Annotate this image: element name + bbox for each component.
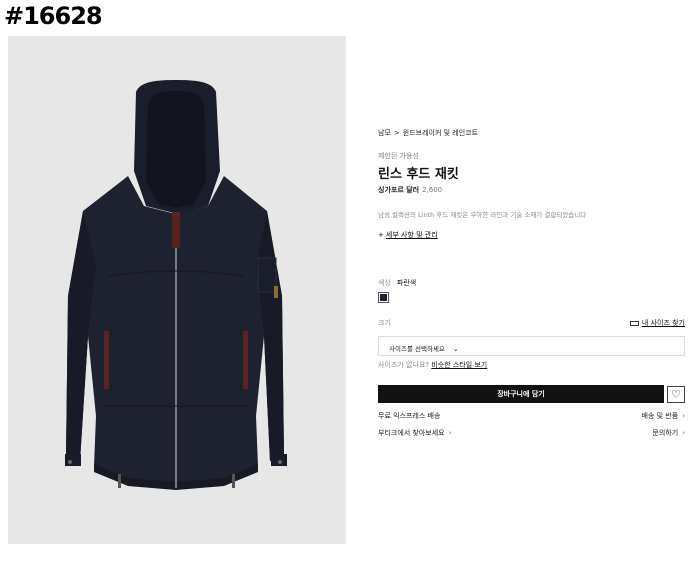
product-description: 남성 컬렉션의 Linth 후드 재킷은 우아한 라인과 기술 소재가 결합되었… bbox=[378, 211, 587, 219]
price-value: 2,600 bbox=[422, 186, 443, 194]
chevron-down-icon: ⌄ bbox=[452, 345, 459, 353]
plus-icon: + bbox=[378, 231, 384, 239]
shipping-returns-link[interactable]: 배송 및 반품 › bbox=[642, 411, 685, 421]
service-row-boutique: 부티크에서 찾아보세요 › 문의하기 › bbox=[378, 428, 685, 438]
chevron-right-icon: › bbox=[448, 429, 452, 437]
size-select-placeholder: 사이즈를 선택하세요 bbox=[389, 345, 445, 353]
service-row-shipping: 무료 익스프레스 배송 배송 및 반품 › bbox=[378, 411, 685, 421]
contact-label: 문의하기 bbox=[652, 429, 679, 437]
size-row: 크기 내 사이즈 찾기 bbox=[378, 318, 685, 328]
add-to-cart-button[interactable]: 장바구니에 담기 bbox=[378, 385, 664, 403]
ruler-icon bbox=[629, 320, 639, 326]
color-swatch-blue[interactable] bbox=[378, 292, 389, 303]
size-help: 사이즈가 없나요? 비슷한 스타일 보기 bbox=[378, 360, 487, 370]
details-care-label: 세부 사항 및 관리 bbox=[385, 231, 438, 239]
contact-link[interactable]: 문의하기 › bbox=[652, 428, 685, 438]
size-guide-label: 내 사이즈 찾기 bbox=[641, 319, 685, 327]
color-swatch-fill bbox=[380, 294, 387, 301]
size-label: 크기 bbox=[378, 319, 391, 327]
breadcrumb: 남모 > 윈드브레이커 및 레인코트 bbox=[378, 128, 478, 138]
size-help-text: 사이즈가 없나요? bbox=[378, 361, 430, 369]
shipping-returns-label: 배송 및 반품 bbox=[641, 412, 679, 420]
price: 싱가포르 달러 2,600 bbox=[378, 185, 442, 195]
color-row: 색상 파란색 bbox=[378, 278, 416, 288]
size-guide-link[interactable]: 내 사이즈 찾기 bbox=[629, 318, 685, 328]
product-title: 린스 후드 재킷 bbox=[378, 167, 459, 182]
breadcrumb-home[interactable]: 남모 bbox=[378, 129, 391, 137]
availability-label: 제한된 가용성 bbox=[378, 152, 419, 160]
free-express-shipping: 무료 익스프레스 배송 bbox=[378, 412, 441, 420]
product-image[interactable] bbox=[8, 36, 346, 544]
breadcrumb-category[interactable]: 윈드브레이커 및 레인코트 bbox=[403, 129, 478, 137]
size-select[interactable]: 사이즈를 선택하세요 ⌄ bbox=[378, 336, 685, 356]
color-value: 파란색 bbox=[396, 279, 417, 287]
breadcrumb-separator-icon: > bbox=[393, 129, 400, 137]
similar-styles-link[interactable]: 비슷한 스타일 보기 bbox=[431, 361, 487, 369]
details-care-link[interactable]: + 세부 사항 및 관리 bbox=[378, 230, 438, 240]
price-currency: 싱가포르 달러 bbox=[378, 186, 420, 194]
jacket-illustration bbox=[65, 80, 287, 490]
chevron-right-icon: › bbox=[682, 412, 685, 420]
chevron-right-icon: › bbox=[682, 429, 685, 437]
page-id-label: #16628 bbox=[4, 2, 103, 30]
find-in-boutique-link[interactable]: 부티크에서 찾아보세요 › bbox=[378, 429, 451, 437]
wishlist-heart-icon[interactable]: ♡ bbox=[667, 386, 685, 403]
find-in-boutique-label: 부티크에서 찾아보세요 bbox=[378, 429, 445, 437]
color-label: 색상 bbox=[378, 279, 391, 287]
